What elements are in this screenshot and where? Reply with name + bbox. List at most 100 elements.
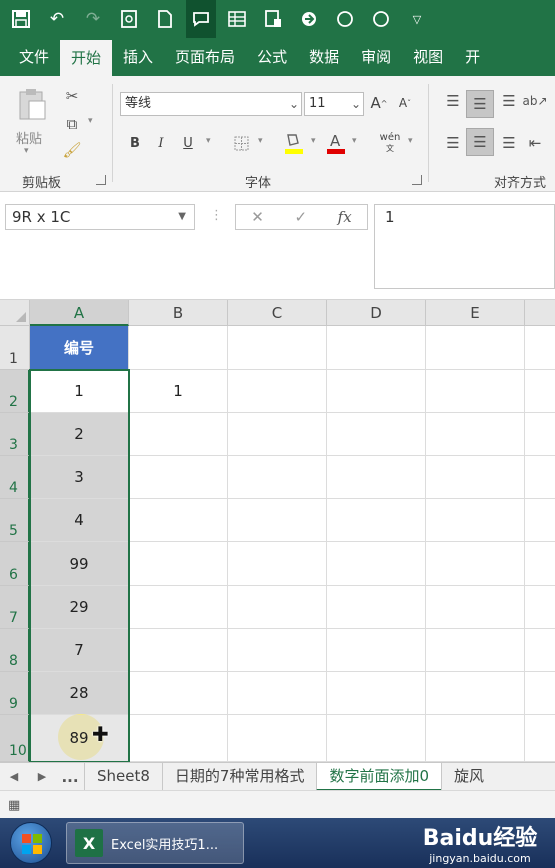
cell-a6[interactable]: 99 bbox=[30, 542, 129, 586]
empty-cell[interactable] bbox=[426, 542, 525, 586]
border-dropdown-icon[interactable]: ▾ bbox=[258, 136, 263, 146]
empty-cell[interactable] bbox=[327, 586, 426, 629]
empty-cell[interactable] bbox=[426, 499, 525, 542]
font-color-dropdown-icon[interactable]: ▾ bbox=[352, 136, 357, 146]
column-header-c[interactable]: C bbox=[228, 300, 327, 326]
bold-button[interactable]: B bbox=[127, 132, 143, 154]
decrease-font-icon[interactable]: Aˇ bbox=[396, 92, 414, 114]
tab-page-layout[interactable]: 页面布局 bbox=[164, 38, 246, 76]
circle-icon[interactable] bbox=[330, 4, 360, 34]
top-align-icon[interactable]: ☰ bbox=[442, 90, 464, 112]
font-color-icon[interactable]: A bbox=[325, 130, 347, 156]
row-header[interactable]: 10 bbox=[0, 715, 30, 762]
cell-a7[interactable]: 29 bbox=[30, 586, 129, 629]
tab-formulas[interactable]: 公式 bbox=[246, 38, 298, 76]
empty-cell[interactable] bbox=[525, 456, 555, 499]
empty-cell[interactable] bbox=[129, 413, 228, 456]
empty-cell[interactable] bbox=[129, 456, 228, 499]
row-header[interactable]: 3 bbox=[0, 413, 30, 456]
empty-cell[interactable] bbox=[129, 672, 228, 715]
taskbar-excel-button[interactable]: X Excel实用技巧1... bbox=[66, 822, 244, 864]
cell-a2[interactable]: 1 bbox=[30, 370, 129, 413]
empty-cell[interactable] bbox=[129, 326, 228, 370]
tab-review[interactable]: 审阅 bbox=[350, 38, 402, 76]
column-header-f[interactable] bbox=[525, 300, 555, 326]
new-file-icon[interactable] bbox=[150, 4, 180, 34]
circle-icon[interactable] bbox=[366, 4, 396, 34]
fill-color-dropdown-icon[interactable]: ▾ bbox=[311, 136, 316, 146]
empty-cell[interactable] bbox=[525, 413, 555, 456]
empty-cell[interactable] bbox=[228, 586, 327, 629]
empty-cell[interactable] bbox=[129, 586, 228, 629]
comment-icon[interactable] bbox=[186, 0, 216, 38]
undo-icon[interactable]: ↶ bbox=[42, 4, 72, 34]
empty-cell[interactable] bbox=[228, 456, 327, 499]
paste-dropdown-icon[interactable]: ▾ bbox=[24, 146, 29, 156]
print-preview-icon[interactable] bbox=[114, 4, 144, 34]
underline-button[interactable]: U bbox=[180, 132, 196, 154]
save-icon[interactable] bbox=[6, 4, 36, 34]
empty-cell[interactable] bbox=[525, 499, 555, 542]
indent-icon[interactable]: ⇤ bbox=[524, 132, 546, 154]
row-header[interactable]: 2 bbox=[0, 370, 30, 413]
device-icon[interactable] bbox=[258, 4, 288, 34]
empty-cell[interactable] bbox=[525, 542, 555, 586]
row-header[interactable]: 9 bbox=[0, 672, 30, 715]
increase-font-icon[interactable]: A ^ bbox=[370, 92, 388, 114]
formula-input[interactable]: 1 bbox=[374, 204, 555, 289]
customize-icon[interactable]: ▽ bbox=[402, 4, 432, 34]
column-header-e[interactable]: E bbox=[426, 300, 525, 326]
empty-cell[interactable] bbox=[426, 326, 525, 370]
empty-cell[interactable] bbox=[525, 715, 555, 762]
empty-cell[interactable] bbox=[426, 370, 525, 413]
empty-cell[interactable] bbox=[228, 499, 327, 542]
empty-cell[interactable] bbox=[327, 326, 426, 370]
sheet-tab[interactable]: Sheet8 bbox=[84, 762, 162, 791]
cell-a4[interactable]: 3 bbox=[30, 456, 129, 499]
empty-cell[interactable] bbox=[228, 413, 327, 456]
tab-file[interactable]: 文件 bbox=[8, 38, 60, 76]
row-header[interactable]: 7 bbox=[0, 586, 30, 629]
next-sheet-icon[interactable]: ▶ bbox=[28, 770, 56, 783]
cell-a8[interactable]: 7 bbox=[30, 629, 129, 672]
font-name-select[interactable]: 等线 ⌄ bbox=[120, 92, 302, 116]
tab-insert[interactable]: 插入 bbox=[112, 38, 164, 76]
share-icon[interactable] bbox=[294, 4, 324, 34]
row-header[interactable]: 6 bbox=[0, 542, 30, 586]
paste-icon[interactable] bbox=[14, 86, 50, 122]
phonetic-icon[interactable]: wén 文 bbox=[378, 130, 402, 156]
empty-cell[interactable] bbox=[327, 715, 426, 762]
name-box[interactable]: 9R x 1C ▼ bbox=[5, 204, 195, 230]
empty-cell[interactable] bbox=[228, 715, 327, 762]
sheet-tab-active[interactable]: 数字前面添加0 bbox=[316, 762, 442, 791]
empty-cell[interactable] bbox=[129, 629, 228, 672]
clipboard-launcher-icon[interactable] bbox=[96, 175, 106, 185]
row-header[interactable]: 1 bbox=[0, 326, 30, 370]
tab-data[interactable]: 数据 bbox=[298, 38, 350, 76]
empty-cell[interactable] bbox=[426, 413, 525, 456]
empty-cell[interactable] bbox=[228, 370, 327, 413]
cell-a1-header[interactable]: 编号 bbox=[30, 326, 129, 370]
cut-icon[interactable]: ✂ bbox=[62, 86, 82, 106]
empty-cell[interactable] bbox=[525, 326, 555, 370]
empty-cell[interactable] bbox=[228, 672, 327, 715]
empty-cell[interactable] bbox=[327, 370, 426, 413]
cell-a9[interactable]: 28 bbox=[30, 672, 129, 715]
tab-view[interactable]: 视图 bbox=[402, 38, 454, 76]
cell-a10[interactable]: 89 bbox=[30, 715, 129, 762]
align-center-icon[interactable]: ☰ bbox=[466, 128, 494, 156]
table-icon[interactable] bbox=[222, 4, 252, 34]
format-painter-icon[interactable]: 🖌 bbox=[62, 140, 82, 160]
cancel-icon[interactable]: ✕ bbox=[251, 208, 264, 226]
cell-b2[interactable]: 1 bbox=[129, 370, 228, 413]
empty-cell[interactable] bbox=[525, 629, 555, 672]
empty-cell[interactable] bbox=[327, 413, 426, 456]
empty-cell[interactable] bbox=[228, 542, 327, 586]
underline-dropdown-icon[interactable]: ▾ bbox=[206, 136, 211, 146]
empty-cell[interactable] bbox=[327, 629, 426, 672]
row-header[interactable]: 8 bbox=[0, 629, 30, 672]
column-header-d[interactable]: D bbox=[327, 300, 426, 326]
paste-label[interactable]: 粘贴 bbox=[16, 128, 42, 147]
align-right-icon[interactable]: ☰ bbox=[498, 132, 520, 154]
confirm-icon[interactable]: ✓ bbox=[294, 208, 307, 226]
